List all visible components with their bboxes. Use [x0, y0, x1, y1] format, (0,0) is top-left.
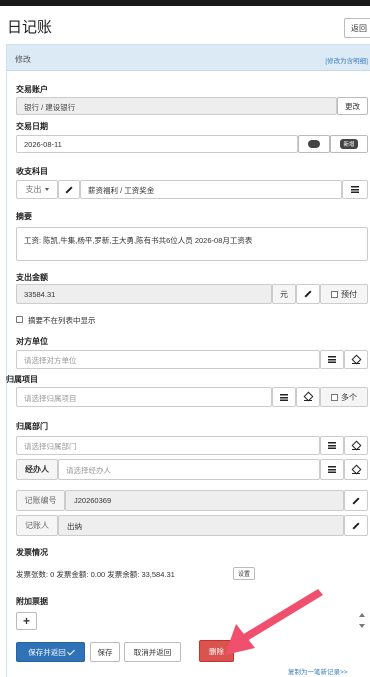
- annotation-arrow-icon: [225, 589, 323, 655]
